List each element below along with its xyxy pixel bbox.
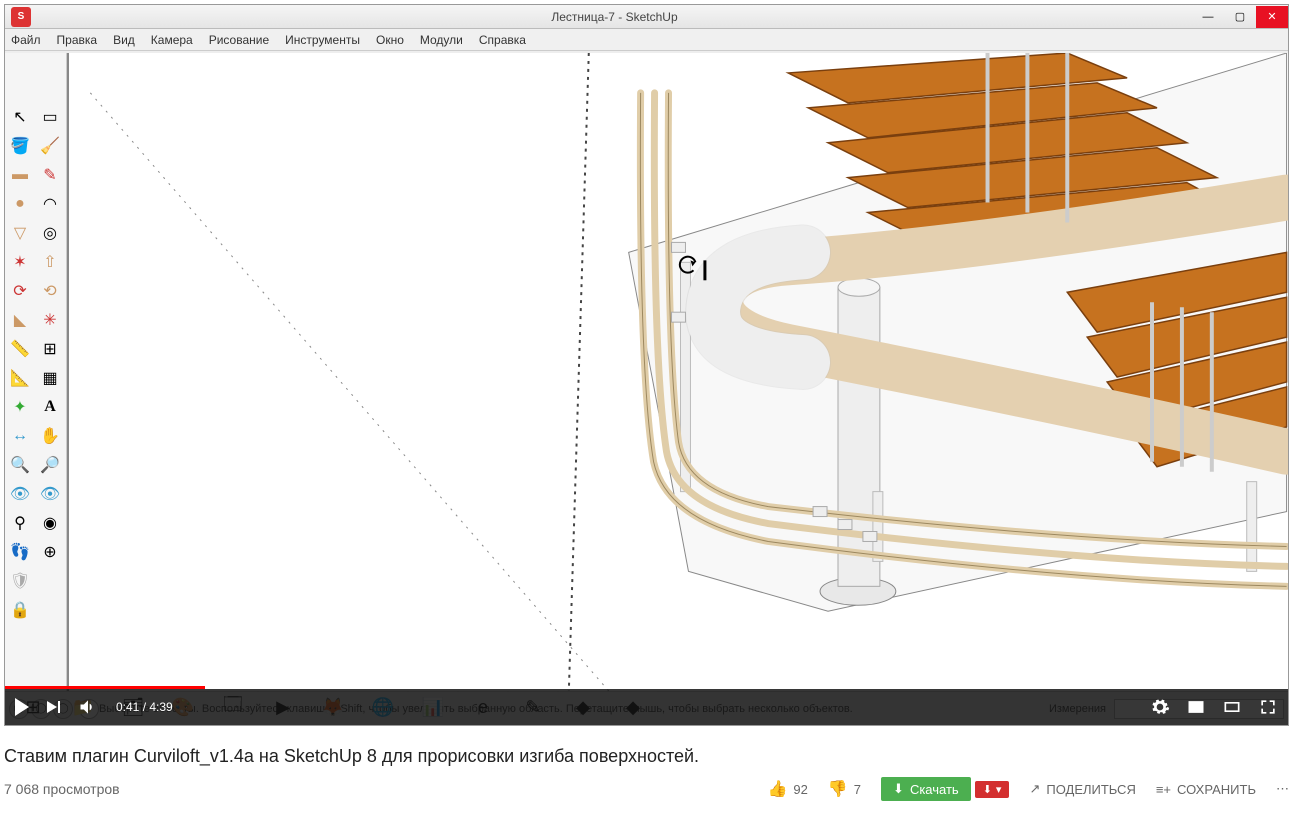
text-label-tool[interactable]: ▦ [36, 364, 64, 392]
next-button[interactable] [47, 701, 60, 713]
share-button[interactable]: ↗ ПОДЕЛИТЬСЯ [1029, 781, 1135, 797]
dimension-tool[interactable]: ⊞ [36, 335, 64, 363]
plugin-tool-2[interactable]: 🔒 [6, 596, 34, 624]
pushpull-tool[interactable]: ⇧ [36, 248, 64, 276]
rotate-tool[interactable]: ⟳ [6, 277, 34, 305]
theater-button[interactable] [1222, 697, 1242, 717]
menu-help[interactable]: Справка [479, 33, 526, 47]
dislike-button[interactable]: 👎 7 [828, 779, 861, 799]
followme-tool[interactable]: ⟲ [36, 277, 64, 305]
save-button[interactable]: ≡+ СОХРАНИТЬ [1156, 782, 1256, 797]
download-label: Скачать [910, 782, 959, 797]
plugin-tool-1[interactable]: 🛡 [6, 567, 34, 595]
view-count: 7 068 просмотров [4, 781, 120, 797]
previous-view-tool[interactable]: 👁 [6, 480, 34, 508]
share-icon: ↗ [1029, 781, 1040, 797]
play-button[interactable] [15, 698, 29, 716]
orbit-tool[interactable]: ↔ [6, 422, 34, 450]
3d-viewport[interactable] [67, 53, 1288, 691]
more-horiz-icon: ⋯ [1276, 781, 1289, 797]
app-body: ↖▭ 🪣🧹 ▬✎ ●◠ ▽◎ ✶⇧ ⟳⟲ ◣✳ 📏⊞ 📐▦ ✦A ↔✋ 🔍🔎 👁… [5, 53, 1288, 691]
maximize-button[interactable]: ▢ [1224, 6, 1256, 28]
playlist-add-icon: ≡+ [1156, 782, 1171, 797]
share-label: ПОДЕЛИТЬСЯ [1046, 782, 1135, 797]
menu-tools[interactable]: Инструменты [285, 33, 360, 47]
menu-view[interactable]: Вид [113, 33, 135, 47]
look-around-tool[interactable]: ◉ [36, 509, 64, 537]
settings-button[interactable] [1150, 697, 1170, 717]
position-camera-tool[interactable]: ⚲ [6, 509, 34, 537]
3d-model-render [69, 53, 1288, 691]
like-button[interactable]: 👍 92 [767, 779, 807, 799]
window-title: Лестница-7 - SketchUp [37, 10, 1192, 24]
tape-tool[interactable]: 📏 [6, 335, 34, 363]
rectangle-tool[interactable]: ▬ [6, 161, 34, 189]
minimize-button[interactable]: — [1192, 6, 1224, 28]
scale-tool[interactable]: ◣ [6, 306, 34, 334]
more-actions-button[interactable]: ⋯ [1276, 781, 1289, 797]
pan-tool[interactable]: ✋ [36, 422, 64, 450]
zoom-tool[interactable]: 🔍 [6, 451, 34, 479]
paint-bucket-tool[interactable]: 🪣 [6, 132, 34, 160]
menu-file[interactable]: Файл [11, 33, 41, 47]
tools-toolbar: ↖▭ 🪣🧹 ▬✎ ●◠ ▽◎ ✶⇧ ⟳⟲ ◣✳ 📏⊞ 📐▦ ✦A ↔✋ 🔍🔎 👁… [5, 53, 67, 691]
time-display: 0:41 / 4:39 [116, 700, 173, 714]
eraser-tool[interactable]: 🧹 [36, 132, 64, 160]
miniplayer-button[interactable] [1186, 697, 1206, 717]
polygon-tool[interactable]: ▽ [6, 219, 34, 247]
walk-tool[interactable]: 👣 [6, 538, 34, 566]
zoom-window-tool[interactable]: 🔎 [36, 451, 64, 479]
download-button[interactable]: ⬇ Скачать [881, 777, 971, 801]
thumbs-down-icon: 👎 [828, 779, 848, 799]
window-controls: — ▢ ✕ [1192, 6, 1288, 28]
video-frame: S Лестница-7 - SketchUp — ▢ ✕ Файл Правк… [4, 4, 1289, 726]
thumbs-up-icon: 👍 [767, 779, 787, 799]
protractor-tool[interactable]: 📐 [6, 364, 34, 392]
dislike-count: 7 [854, 782, 861, 797]
select-tool[interactable]: ↖ [6, 103, 34, 131]
download-arrow-icon: ⬇ [893, 781, 904, 797]
video-player-controls: 0:41 / 4:39 [5, 689, 1288, 725]
menu-plugins[interactable]: Модули [420, 33, 463, 47]
arc-tool[interactable]: ◠ [36, 190, 64, 218]
freehand-tool[interactable]: ◎ [36, 219, 64, 247]
video-title: Ставим плагин Curviloft_v1.4a на SketchU… [4, 746, 1289, 767]
circle-tool[interactable]: ● [6, 190, 34, 218]
section-plane-tool[interactable]: ⊕ [36, 538, 64, 566]
axes-tool[interactable]: ✦ [6, 393, 34, 421]
line-tool[interactable]: ✎ [36, 161, 64, 189]
video-meta: Ставим плагин Curviloft_v1.4a на SketchU… [0, 730, 1293, 801]
menu-draw[interactable]: Рисование [209, 33, 269, 47]
close-button[interactable]: ✕ [1256, 6, 1288, 28]
zoom-extents-tool[interactable]: 👁 [36, 480, 64, 508]
component-tool[interactable]: ▭ [36, 103, 64, 131]
menubar: Файл Правка Вид Камера Рисование Инструм… [5, 29, 1288, 51]
menu-window[interactable]: Окно [376, 33, 404, 47]
like-count: 92 [793, 782, 807, 797]
download-dropdown[interactable]: ⬇▾ [975, 781, 1010, 798]
menu-edit[interactable]: Правка [57, 33, 98, 47]
move-tool[interactable]: ✶ [6, 248, 34, 276]
sketchup-icon: S [11, 7, 31, 27]
fullscreen-button[interactable] [1258, 697, 1278, 717]
volume-button[interactable] [78, 697, 98, 717]
offset-tool[interactable]: ✳ [36, 306, 64, 334]
app-titlebar: S Лестница-7 - SketchUp — ▢ ✕ [5, 5, 1288, 29]
3dtext-tool[interactable]: A [36, 393, 64, 421]
save-label: СОХРАНИТЬ [1177, 782, 1256, 797]
menu-camera[interactable]: Камера [151, 33, 193, 47]
